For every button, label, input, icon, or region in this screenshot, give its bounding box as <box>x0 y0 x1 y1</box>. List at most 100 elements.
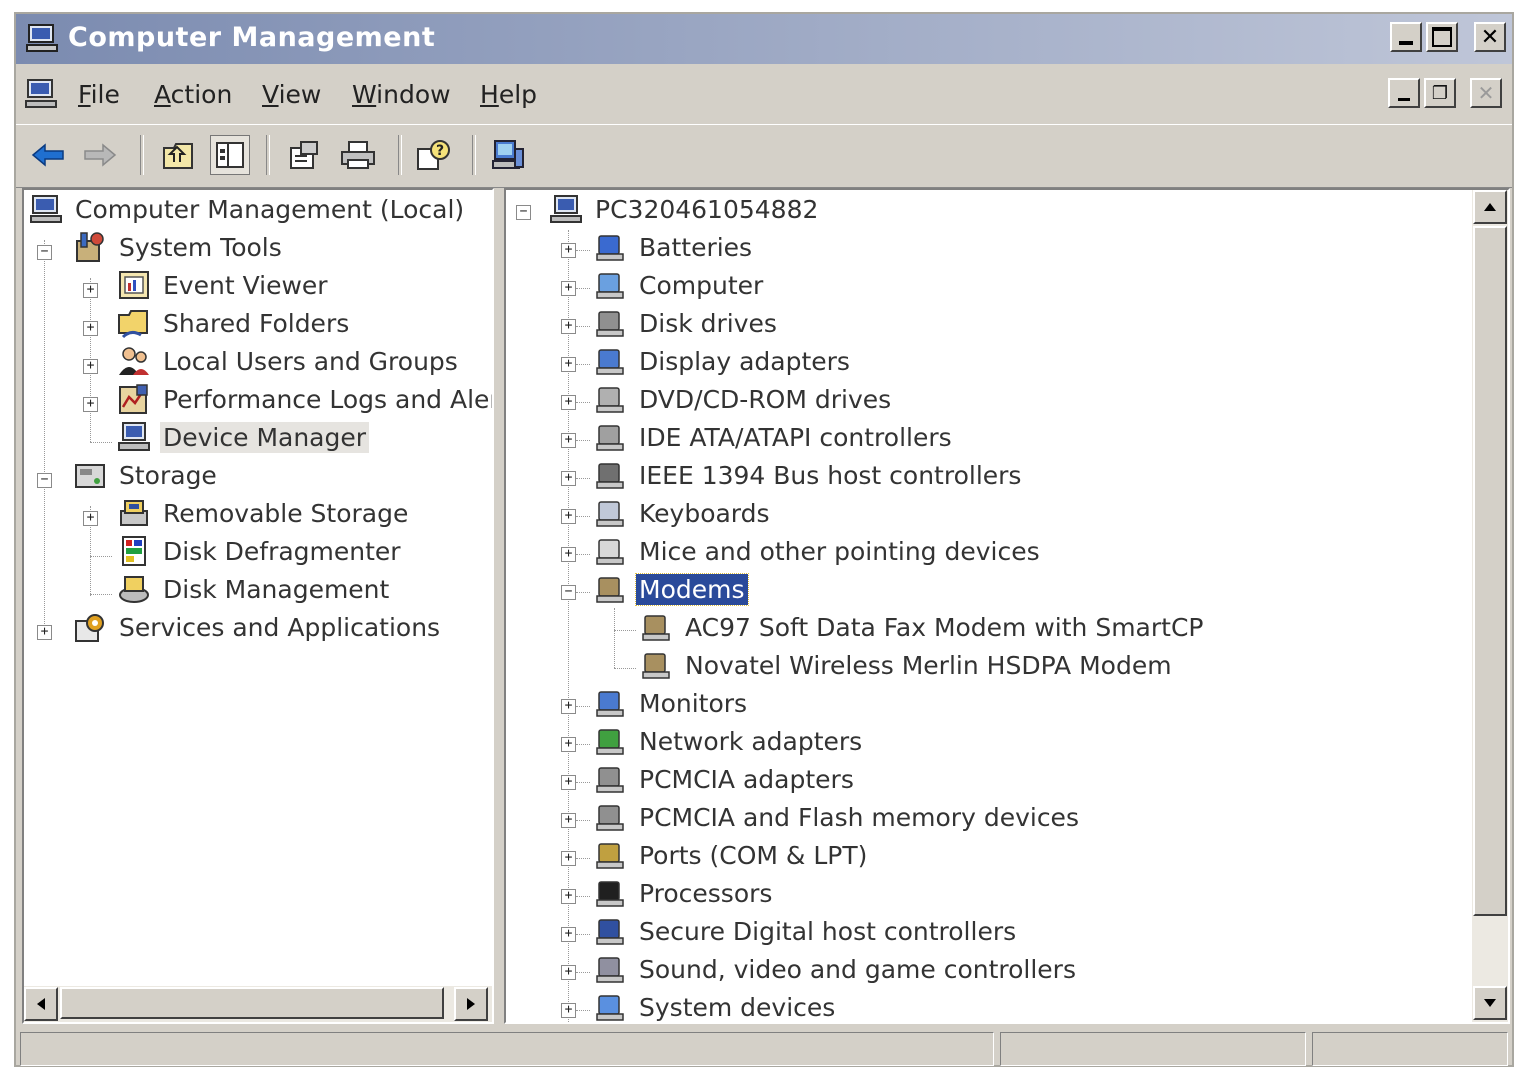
tree-node-computer-root[interactable]: PC320461054882 <box>548 192 821 226</box>
expand-toggle[interactable]: + <box>561 281 576 296</box>
up-one-level-button[interactable] <box>158 135 198 175</box>
scroll-thumb[interactable] <box>60 987 444 1019</box>
tree-node-services-and-applications[interactable]: Services and Applications <box>72 610 443 644</box>
expand-toggle[interactable]: + <box>561 433 576 448</box>
tree-node-disk-drives[interactable]: Disk drives <box>592 306 780 340</box>
expand-toggle[interactable]: + <box>37 625 52 640</box>
expand-toggle[interactable]: + <box>561 699 576 714</box>
mdi-minimize-button[interactable] <box>1388 78 1420 108</box>
close-button[interactable]: ✕ <box>1474 22 1506 52</box>
tree-node-network-adapters[interactable]: Network adapters <box>592 724 865 758</box>
expand-toggle[interactable]: + <box>561 357 576 372</box>
collapse-toggle[interactable]: − <box>37 473 52 488</box>
show-hide-tree-button[interactable] <box>210 135 250 175</box>
properties-button[interactable] <box>284 135 324 175</box>
tree-node-batteries[interactable]: Batteries <box>592 230 755 264</box>
expand-toggle[interactable]: + <box>561 813 576 828</box>
tree-node-modem-device[interactable]: Novatel Wireless Merlin HSDPA Modem <box>638 648 1175 682</box>
scroll-thumb[interactable] <box>1473 226 1507 916</box>
mdi-close-button[interactable]: ✕ <box>1470 78 1502 108</box>
tree-node-system-devices[interactable]: System devices <box>592 990 838 1022</box>
tree-node-disk-defragmenter[interactable]: Disk Defragmenter <box>116 534 404 568</box>
arrow-up-icon <box>1484 203 1496 211</box>
disk-management-icon <box>116 573 152 605</box>
expand-toggle[interactable]: + <box>561 395 576 410</box>
tree-node-device-manager[interactable]: Device Manager <box>116 420 370 454</box>
expand-toggle[interactable]: + <box>561 547 576 562</box>
scroll-left-button[interactable] <box>24 987 58 1021</box>
title-bar[interactable]: Computer Management ✕ <box>16 14 1512 64</box>
scroll-up-button[interactable] <box>1473 190 1507 224</box>
minimize-button[interactable] <box>1390 22 1422 52</box>
tree-node-performance-logs-and-alerts[interactable]: Performance Logs and Alerts <box>116 382 492 416</box>
expand-toggle[interactable]: + <box>561 927 576 942</box>
expand-toggle[interactable]: + <box>561 319 576 334</box>
menu-file[interactable]: File <box>78 80 120 109</box>
tree-node-computer[interactable]: Computer <box>592 268 766 302</box>
help-button[interactable]: ? <box>414 135 454 175</box>
expand-toggle[interactable]: + <box>561 965 576 980</box>
tree-node-modems[interactable]: Modems <box>592 572 749 606</box>
expand-toggle[interactable]: + <box>561 775 576 790</box>
collapse-toggle[interactable]: − <box>561 585 576 600</box>
tree-node-mice-and-other-pointing-devices[interactable]: Mice and other pointing devices <box>592 534 1043 568</box>
tree-node-ports-com-lpt[interactable]: Ports (COM & LPT) <box>592 838 870 872</box>
expand-toggle[interactable]: + <box>561 737 576 752</box>
tree-node-sound-video-and-game-controllers[interactable]: Sound, video and game controllers <box>592 952 1079 986</box>
collapse-toggle[interactable]: − <box>516 205 531 220</box>
tree-node-display-adapters[interactable]: Display adapters <box>592 344 853 378</box>
console-tree-pane[interactable]: Computer Management (Local) − System Too… <box>22 188 494 1024</box>
expand-toggle[interactable]: + <box>83 397 98 412</box>
tree-node-shared-folders[interactable]: Shared Folders <box>116 306 352 340</box>
status-bar <box>16 1028 1512 1068</box>
tree-node-modem-device[interactable]: AC97 Soft Data Fax Modem with SmartCP <box>638 610 1207 644</box>
mdi-restore-button[interactable]: ❐ <box>1424 78 1456 108</box>
expand-toggle[interactable]: + <box>83 283 98 298</box>
tree-node-ide-ata-atapi-controllers[interactable]: IDE ATA/ATAPI controllers <box>592 420 955 454</box>
tree-node-pcmcia-and-flash-memory-devices[interactable]: PCMCIA and Flash memory devices <box>592 800 1082 834</box>
tree-node-storage[interactable]: Storage <box>72 458 220 492</box>
tree-node-monitors[interactable]: Monitors <box>592 686 750 720</box>
tree-node-computer-management-local[interactable]: Computer Management (Local) <box>28 192 467 226</box>
expand-toggle[interactable]: + <box>561 471 576 486</box>
tree-node-local-users-and-groups[interactable]: Local Users and Groups <box>116 344 461 378</box>
tree-node-pcmcia-adapters[interactable]: PCMCIA adapters <box>592 762 857 796</box>
expand-toggle[interactable]: + <box>561 1003 576 1018</box>
expand-toggle[interactable]: + <box>561 889 576 904</box>
horizontal-scrollbar[interactable] <box>24 986 492 1022</box>
vertical-scrollbar[interactable] <box>1472 190 1508 1022</box>
details-pane[interactable]: − PC320461054882 + Batteries + Computer + Disk … <box>504 188 1510 1024</box>
maximize-button[interactable] <box>1426 22 1458 52</box>
expand-toggle[interactable]: + <box>561 243 576 258</box>
tree-node-secure-digital-host-controllers[interactable]: Secure Digital host controllers <box>592 914 1019 948</box>
tree-node-removable-storage[interactable]: Removable Storage <box>116 496 411 530</box>
expand-toggle[interactable]: + <box>83 359 98 374</box>
scroll-down-button[interactable] <box>1473 986 1507 1020</box>
expand-toggle[interactable]: + <box>561 509 576 524</box>
back-button[interactable] <box>28 135 68 175</box>
tree-node-dvd-cd-rom-drives[interactable]: DVD/CD-ROM drives <box>592 382 894 416</box>
print-button[interactable] <box>338 135 378 175</box>
forward-button[interactable] <box>80 135 120 175</box>
tree-node-system-tools[interactable]: System Tools <box>72 230 285 264</box>
tree-label: PC320461054882 <box>595 194 819 224</box>
tree-node-event-viewer[interactable]: Event Viewer <box>116 268 331 302</box>
network-adapter-icon <box>592 725 628 757</box>
tree-node-keyboards[interactable]: Keyboards <box>592 496 773 530</box>
scroll-right-button[interactable] <box>454 987 488 1021</box>
menu-action[interactable]: Action <box>154 80 232 109</box>
menu-window[interactable]: Window <box>352 80 451 109</box>
collapse-toggle[interactable]: − <box>37 245 52 260</box>
computer-button[interactable] <box>488 135 528 175</box>
tree-node-ieee-1394-bus-host-controllers[interactable]: IEEE 1394 Bus host controllers <box>592 458 1024 492</box>
tree-node-disk-management[interactable]: Disk Management <box>116 572 392 606</box>
tree-label: Processors <box>639 878 773 908</box>
tree-node-processors[interactable]: Processors <box>592 876 775 910</box>
menu-view[interactable]: View <box>262 80 321 109</box>
tree-line <box>576 554 590 555</box>
expand-toggle[interactable]: + <box>83 321 98 336</box>
expand-toggle[interactable]: + <box>83 511 98 526</box>
system-menu-icon[interactable] <box>24 78 58 110</box>
expand-toggle[interactable]: + <box>561 851 576 866</box>
menu-help[interactable]: Help <box>480 80 537 109</box>
